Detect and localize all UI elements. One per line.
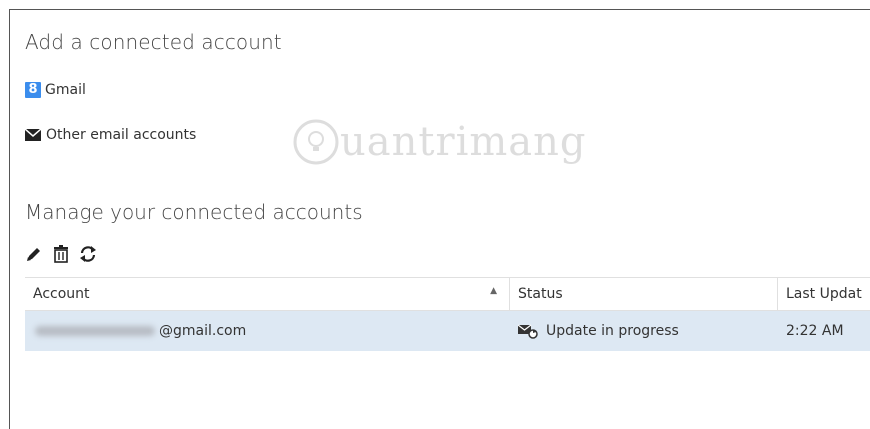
manage-accounts-heading: Manage your connected accounts: [25, 200, 363, 224]
mail-sync-icon: [518, 323, 538, 339]
account-cell: @gmail.com: [25, 311, 510, 351]
other-email-link[interactable]: Other email accounts: [25, 127, 196, 143]
delete-icon[interactable]: [53, 245, 69, 263]
column-header-account[interactable]: Account ▲: [25, 278, 510, 310]
status-cell: Update in progress: [510, 311, 778, 351]
column-header-last-updated[interactable]: Last Updat: [778, 278, 870, 310]
status-text: Update in progress: [546, 323, 679, 339]
table-header: Account ▲ Status Last Updat: [25, 277, 870, 311]
envelope-icon: [25, 129, 41, 141]
last-updated-cell: 2:22 AM: [778, 311, 870, 351]
gmail-link[interactable]: 8 Gmail: [25, 82, 86, 98]
table-row[interactable]: @gmail.com Update in progress 2:22 AM: [25, 311, 870, 351]
redacted-username: [35, 326, 155, 336]
account-header-label: Account: [33, 286, 90, 302]
accounts-toolbar: [25, 245, 97, 263]
status-header-label: Status: [518, 286, 563, 302]
last-updated-header-label: Last Updat: [786, 286, 862, 302]
add-account-heading: Add a connected account: [25, 30, 282, 54]
google-icon: 8: [25, 82, 41, 98]
gmail-label: Gmail: [45, 82, 86, 98]
refresh-icon[interactable]: [79, 245, 97, 263]
edit-icon[interactable]: [25, 245, 43, 263]
sort-ascending-icon: ▲: [490, 286, 497, 296]
column-header-status[interactable]: Status: [510, 278, 778, 310]
accounts-table: Account ▲ Status Last Updat @gmail.com U…: [25, 277, 870, 351]
other-email-label: Other email accounts: [46, 127, 197, 143]
account-email: @gmail.com: [159, 323, 247, 339]
last-updated-value: 2:22 AM: [786, 323, 844, 339]
